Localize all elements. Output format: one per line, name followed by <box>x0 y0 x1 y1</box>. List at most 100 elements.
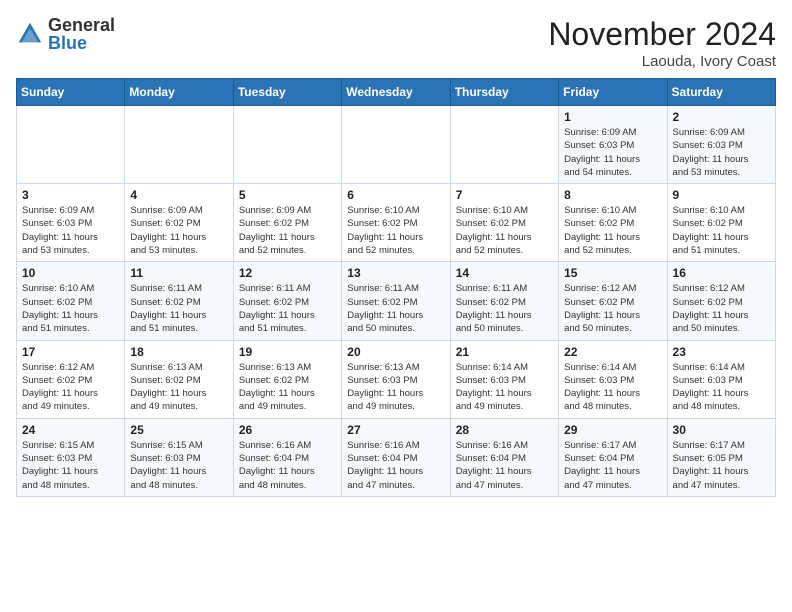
day-info: Sunrise: 6:13 AM Sunset: 6:02 PM Dayligh… <box>130 361 227 414</box>
day-info: Sunrise: 6:16 AM Sunset: 6:04 PM Dayligh… <box>347 439 444 492</box>
calendar-cell: 14 Sunrise: 6:11 AM Sunset: 6:02 PM Dayli… <box>450 262 558 340</box>
day-number: 24 <box>22 423 119 437</box>
calendar-cell: 29 Sunrise: 6:17 AM Sunset: 6:04 PM Dayli… <box>559 418 667 496</box>
calendar-cell <box>342 106 450 184</box>
header: General Blue November 2024 Laouda, Ivory… <box>16 16 776 70</box>
calendar-cell: 22Sunrise: 6:14 AM Sunset: 6:03 PM Dayli… <box>559 340 667 418</box>
day-number: 10 <box>22 266 119 280</box>
calendar-cell: 25Sunrise: 6:15 AM Sunset: 6:03 PM Dayli… <box>125 418 233 496</box>
day-number: 16 <box>673 266 770 280</box>
calendar-cell: 13 Sunrise: 6:11 AM Sunset: 6:02 PM Dayli… <box>342 262 450 340</box>
calendar-cell: 30Sunrise: 6:17 AM Sunset: 6:05 PM Dayli… <box>667 418 775 496</box>
day-number: 12 <box>239 266 336 280</box>
calendar-cell: 12 Sunrise: 6:11 AM Sunset: 6:02 PM Dayli… <box>233 262 341 340</box>
calendar-cell: 1 Sunrise: 6:09 AM Sunset: 6:03 PM Daylig… <box>559 106 667 184</box>
calendar-cell: 26 Sunrise: 6:16 AM Sunset: 6:04 PM Dayli… <box>233 418 341 496</box>
day-number: 29 <box>564 423 661 437</box>
calendar-cell: 15 Sunrise: 6:12 AM Sunset: 6:02 PM Dayli… <box>559 262 667 340</box>
location-title: Laouda, Ivory Coast <box>548 53 776 70</box>
calendar-cell: 3 Sunrise: 6:09 AM Sunset: 6:03 PM Daylig… <box>17 184 125 262</box>
day-info: Sunrise: 6:13 AM Sunset: 6:03 PM Dayligh… <box>347 361 444 414</box>
day-info: Sunrise: 6:10 AM Sunset: 6:02 PM Dayligh… <box>564 204 661 257</box>
week-row-2: 10 Sunrise: 6:10 AM Sunset: 6:02 PM Dayli… <box>17 262 776 340</box>
day-number: 4 <box>130 188 227 202</box>
day-number: 1 <box>564 110 661 124</box>
calendar-cell: 11Sunrise: 6:11 AM Sunset: 6:02 PM Dayli… <box>125 262 233 340</box>
day-info: Sunrise: 6:15 AM Sunset: 6:03 PM Dayligh… <box>130 439 227 492</box>
calendar-cell <box>125 106 233 184</box>
day-info: Sunrise: 6:09 AM Sunset: 6:03 PM Dayligh… <box>564 126 661 179</box>
day-number: 17 <box>22 345 119 359</box>
title-block: November 2024 Laouda, Ivory Coast <box>548 16 776 70</box>
calendar-cell: 21 Sunrise: 6:14 AM Sunset: 6:03 PM Dayli… <box>450 340 558 418</box>
day-header-thursday: Thursday <box>450 79 558 106</box>
calendar-cell: 7 Sunrise: 6:10 AM Sunset: 6:02 PM Daylig… <box>450 184 558 262</box>
calendar-cell: 8 Sunrise: 6:10 AM Sunset: 6:02 PM Daylig… <box>559 184 667 262</box>
day-header-sunday: Sunday <box>17 79 125 106</box>
day-header-monday: Monday <box>125 79 233 106</box>
day-info: Sunrise: 6:09 AM Sunset: 6:03 PM Dayligh… <box>673 126 770 179</box>
day-number: 13 <box>347 266 444 280</box>
day-info: Sunrise: 6:10 AM Sunset: 6:02 PM Dayligh… <box>673 204 770 257</box>
logo-general-text: General <box>48 16 115 34</box>
day-number: 9 <box>673 188 770 202</box>
week-row-3: 17 Sunrise: 6:12 AM Sunset: 6:02 PM Dayli… <box>17 340 776 418</box>
day-number: 23 <box>673 345 770 359</box>
day-number: 26 <box>239 423 336 437</box>
day-number: 15 <box>564 266 661 280</box>
day-number: 7 <box>456 188 553 202</box>
day-header-saturday: Saturday <box>667 79 775 106</box>
day-info: Sunrise: 6:09 AM Sunset: 6:02 PM Dayligh… <box>239 204 336 257</box>
day-info: Sunrise: 6:10 AM Sunset: 6:02 PM Dayligh… <box>22 282 119 335</box>
logo: General Blue <box>16 16 115 52</box>
day-info: Sunrise: 6:14 AM Sunset: 6:03 PM Dayligh… <box>456 361 553 414</box>
day-info: Sunrise: 6:11 AM Sunset: 6:02 PM Dayligh… <box>130 282 227 335</box>
day-info: Sunrise: 6:17 AM Sunset: 6:05 PM Dayligh… <box>673 439 770 492</box>
day-info: Sunrise: 6:11 AM Sunset: 6:02 PM Dayligh… <box>456 282 553 335</box>
day-number: 3 <box>22 188 119 202</box>
day-number: 20 <box>347 345 444 359</box>
day-info: Sunrise: 6:09 AM Sunset: 6:02 PM Dayligh… <box>130 204 227 257</box>
day-number: 8 <box>564 188 661 202</box>
day-info: Sunrise: 6:15 AM Sunset: 6:03 PM Dayligh… <box>22 439 119 492</box>
calendar-cell: 24 Sunrise: 6:15 AM Sunset: 6:03 PM Dayli… <box>17 418 125 496</box>
calendar-cell: 18Sunrise: 6:13 AM Sunset: 6:02 PM Dayli… <box>125 340 233 418</box>
day-number: 6 <box>347 188 444 202</box>
day-number: 14 <box>456 266 553 280</box>
month-title: November 2024 <box>548 16 776 53</box>
logo-blue-text: Blue <box>48 34 115 52</box>
calendar-cell: 5 Sunrise: 6:09 AM Sunset: 6:02 PM Daylig… <box>233 184 341 262</box>
calendar-cell: 9 Sunrise: 6:10 AM Sunset: 6:02 PM Daylig… <box>667 184 775 262</box>
week-row-1: 3 Sunrise: 6:09 AM Sunset: 6:03 PM Daylig… <box>17 184 776 262</box>
days-header-row: SundayMondayTuesdayWednesdayThursdayFrid… <box>17 79 776 106</box>
day-info: Sunrise: 6:10 AM Sunset: 6:02 PM Dayligh… <box>456 204 553 257</box>
calendar-cell: 23 Sunrise: 6:14 AM Sunset: 6:03 PM Dayli… <box>667 340 775 418</box>
day-info: Sunrise: 6:11 AM Sunset: 6:02 PM Dayligh… <box>347 282 444 335</box>
day-number: 5 <box>239 188 336 202</box>
calendar-cell: 10 Sunrise: 6:10 AM Sunset: 6:02 PM Dayli… <box>17 262 125 340</box>
day-info: Sunrise: 6:10 AM Sunset: 6:02 PM Dayligh… <box>347 204 444 257</box>
calendar-cell: 2Sunrise: 6:09 AM Sunset: 6:03 PM Daylig… <box>667 106 775 184</box>
page: General Blue November 2024 Laouda, Ivory… <box>0 0 792 507</box>
calendar-cell <box>233 106 341 184</box>
day-info: Sunrise: 6:16 AM Sunset: 6:04 PM Dayligh… <box>239 439 336 492</box>
day-header-friday: Friday <box>559 79 667 106</box>
day-header-wednesday: Wednesday <box>342 79 450 106</box>
day-number: 28 <box>456 423 553 437</box>
calendar-cell: 16 Sunrise: 6:12 AM Sunset: 6:02 PM Dayli… <box>667 262 775 340</box>
day-info: Sunrise: 6:16 AM Sunset: 6:04 PM Dayligh… <box>456 439 553 492</box>
day-info: Sunrise: 6:09 AM Sunset: 6:03 PM Dayligh… <box>22 204 119 257</box>
day-info: Sunrise: 6:12 AM Sunset: 6:02 PM Dayligh… <box>22 361 119 414</box>
day-info: Sunrise: 6:12 AM Sunset: 6:02 PM Dayligh… <box>673 282 770 335</box>
day-info: Sunrise: 6:14 AM Sunset: 6:03 PM Dayligh… <box>673 361 770 414</box>
week-row-0: 1 Sunrise: 6:09 AM Sunset: 6:03 PM Daylig… <box>17 106 776 184</box>
calendar-cell: 4 Sunrise: 6:09 AM Sunset: 6:02 PM Daylig… <box>125 184 233 262</box>
calendar-cell: 17 Sunrise: 6:12 AM Sunset: 6:02 PM Dayli… <box>17 340 125 418</box>
week-row-4: 24 Sunrise: 6:15 AM Sunset: 6:03 PM Dayli… <box>17 418 776 496</box>
day-number: 19 <box>239 345 336 359</box>
day-info: Sunrise: 6:12 AM Sunset: 6:02 PM Dayligh… <box>564 282 661 335</box>
day-info: Sunrise: 6:17 AM Sunset: 6:04 PM Dayligh… <box>564 439 661 492</box>
calendar-cell: 19Sunrise: 6:13 AM Sunset: 6:02 PM Dayli… <box>233 340 341 418</box>
day-number: 21 <box>456 345 553 359</box>
day-info: Sunrise: 6:11 AM Sunset: 6:02 PM Dayligh… <box>239 282 336 335</box>
